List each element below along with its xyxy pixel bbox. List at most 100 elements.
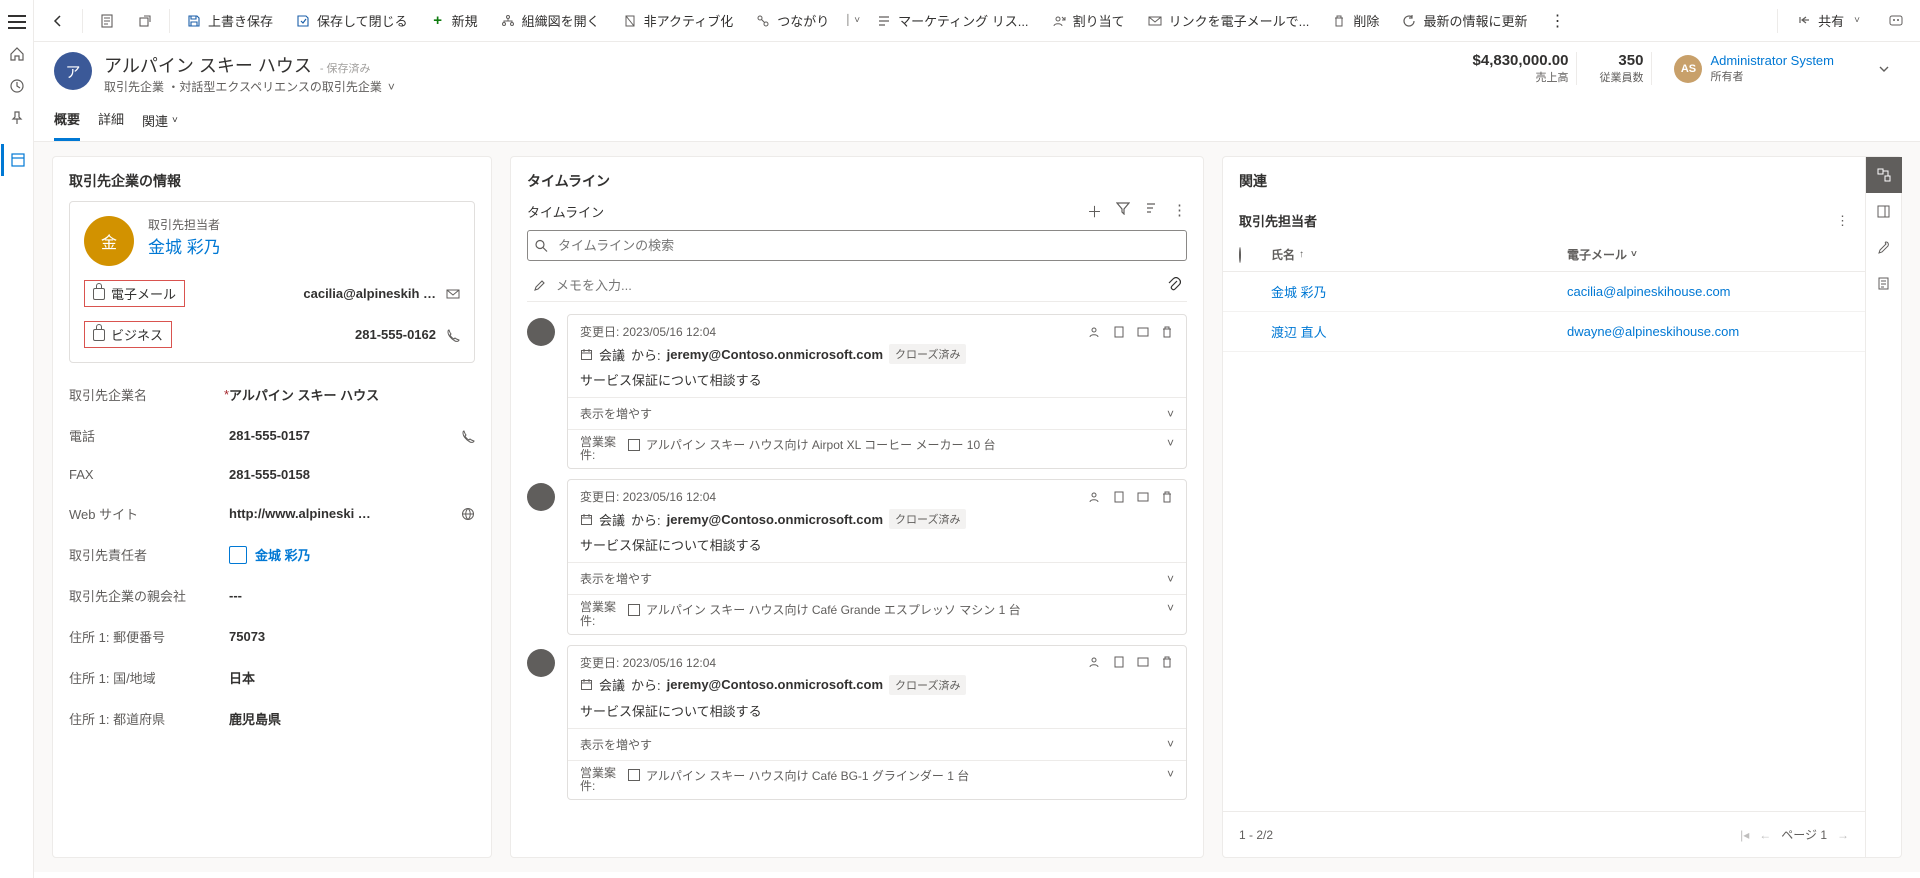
contact-row[interactable]: 渡辺 直人 dwayne@alpineskihouse.com [1223, 312, 1865, 352]
marketing-button[interactable]: マーケティング リス... [866, 5, 1038, 36]
contact-row[interactable]: 金城 彩乃 cacilia@alpineskihouse.com [1223, 272, 1865, 312]
email-action-icon[interactable] [446, 287, 460, 301]
marketing-label: マーケティング リス... [898, 11, 1028, 30]
activity-opp-value[interactable]: アルパイン スキー ハウス向け Café BG-1 グラインダー 1 台 [646, 767, 969, 784]
activity-open-icon[interactable] [1112, 490, 1126, 504]
field-postal-value[interactable]: 75073 [229, 629, 475, 644]
activity-modified: 変更日: 2023/05/16 12:04 [580, 488, 716, 505]
select-all-checkbox[interactable] [1239, 247, 1241, 263]
timeline-filter-icon[interactable] [1116, 201, 1130, 222]
owner-avatar: AS [1674, 55, 1702, 83]
assign-button[interactable]: 割り当て [1041, 5, 1135, 36]
copilot-icon[interactable] [1878, 7, 1914, 35]
share-button[interactable]: 共有˅ [1786, 5, 1874, 36]
activity-from[interactable]: jeremy@Contoso.onmicrosoft.com [667, 512, 883, 527]
rail-doc-icon[interactable] [1866, 265, 1902, 301]
activity-show-more[interactable]: 表示を増やす˅ [568, 562, 1186, 594]
timeline-add-icon[interactable]: ＋ [1087, 201, 1102, 222]
contact-name-cell[interactable]: 金城 彩乃 [1271, 282, 1553, 301]
hamburger-menu[interactable] [1, 6, 33, 38]
form-selector-icon[interactable] [89, 7, 125, 35]
pager-first-icon[interactable]: |◂ [1740, 828, 1749, 842]
phone-action-icon[interactable] [461, 429, 475, 443]
new-button[interactable]: +新規 [420, 5, 488, 36]
field-resp-value[interactable]: 金城 彩乃 [255, 545, 311, 564]
field-country-value[interactable]: 日本 [229, 668, 475, 687]
field-phone-value[interactable]: 281-555-0157 [229, 428, 310, 443]
activity-assign-icon[interactable] [1088, 655, 1102, 669]
overflow-button[interactable]: ⋮ [1539, 5, 1575, 37]
activity-delete-icon[interactable] [1160, 325, 1174, 339]
contact-email-cell[interactable]: dwayne@alpineskihouse.com [1567, 324, 1849, 339]
connection-split-chevron[interactable]: │ ˅ [841, 15, 864, 26]
rail-wrench-icon[interactable] [1866, 229, 1902, 265]
activity-delete-icon[interactable] [1160, 490, 1174, 504]
field-fax-value[interactable]: 281-555-0158 [229, 467, 475, 482]
activity-from[interactable]: jeremy@Contoso.onmicrosoft.com [667, 677, 883, 692]
activity-assign-icon[interactable] [1088, 325, 1102, 339]
activity-open-icon[interactable] [1112, 655, 1126, 669]
contact-name-cell[interactable]: 渡辺 直人 [1271, 322, 1553, 341]
open-org-button[interactable]: 組織図を開く [490, 5, 610, 36]
pager-next-icon[interactable]: → [1837, 828, 1849, 842]
activity-opp-value[interactable]: アルパイン スキー ハウス向け Café Grande エスプレッソ マシン 1… [646, 601, 1021, 618]
field-state-value[interactable]: 鹿児島県 [229, 709, 475, 728]
activity-opp-value[interactable]: アルパイン スキー ハウス向け Airpot XL コーヒー メーカー 10 台 [646, 436, 995, 453]
connection-button[interactable]: つながり [745, 5, 839, 36]
tab-details[interactable]: 詳細 [98, 109, 124, 141]
contact-email-cell[interactable]: cacilia@alpineskihouse.com [1567, 284, 1849, 299]
back-button[interactable] [40, 7, 76, 35]
primary-contact-card: 金 取引先担当者 金城 彩乃 電子メール cacilia@alpineskih … [69, 201, 475, 363]
activity-delete-icon[interactable] [1160, 655, 1174, 669]
save-close-button[interactable]: 保存して閉じる [285, 5, 418, 36]
timeline-overflow-icon[interactable]: ⋮ [1172, 201, 1187, 222]
phone-action-icon[interactable] [446, 328, 460, 342]
activity-opp-chevron[interactable]: ˅ [1167, 767, 1174, 781]
deactivate-button[interactable]: 非アクティブ化 [612, 5, 744, 36]
rail-panel-icon[interactable] [1866, 193, 1902, 229]
pinned-icon[interactable] [1, 102, 33, 134]
pager-label: ページ 1 [1781, 826, 1827, 843]
email-link-button[interactable]: リンクを電子メールで... [1137, 5, 1320, 36]
email-field-value[interactable]: cacilia@alpineskih … [303, 286, 436, 301]
activity-show-more[interactable]: 表示を増やす˅ [568, 397, 1186, 429]
column-header-email[interactable]: 電子メール ˅ [1567, 246, 1849, 263]
activity-opp-chevron[interactable]: ˅ [1167, 601, 1174, 615]
tab-related[interactable]: 関連˅ [142, 109, 178, 141]
activity-close-icon[interactable] [1136, 490, 1150, 504]
attachment-icon[interactable] [1167, 277, 1181, 293]
business-field-value[interactable]: 281-555-0162 [355, 327, 436, 342]
activity-from[interactable]: jeremy@Contoso.onmicrosoft.com [667, 347, 883, 362]
recent-icon[interactable] [1, 70, 33, 102]
activity-close-icon[interactable] [1136, 325, 1150, 339]
popout-icon[interactable] [127, 7, 163, 35]
activity-opp-chevron[interactable]: ˅ [1167, 436, 1174, 450]
timeline-sort-icon[interactable] [1144, 201, 1158, 222]
column-header-name[interactable]: 氏名 ↑ [1271, 246, 1553, 263]
activity-open-icon[interactable] [1112, 325, 1126, 339]
entity-icon[interactable] [1, 144, 33, 176]
owner-name[interactable]: Administrator System [1710, 53, 1834, 68]
refresh-button[interactable]: 最新の情報に更新 [1391, 5, 1537, 36]
home-icon[interactable] [1, 38, 33, 70]
delete-button[interactable]: 削除 [1321, 5, 1389, 36]
activity-show-more[interactable]: 表示を増やす˅ [568, 728, 1186, 760]
timeline-search-input[interactable] [527, 230, 1187, 261]
globe-icon[interactable] [461, 507, 475, 521]
form-switcher-chevron[interactable]: ˅ [388, 80, 395, 94]
field-web-value[interactable]: http://www.alpineski … [229, 506, 371, 521]
delete-label: 削除 [1353, 11, 1379, 30]
header-expand-chevron[interactable] [1868, 53, 1900, 85]
activity-close-icon[interactable] [1136, 655, 1150, 669]
record-title: アルパイン スキー ハウス [104, 52, 312, 78]
activity-assign-icon[interactable] [1088, 490, 1102, 504]
save-button[interactable]: 上書き保存 [176, 5, 283, 36]
timeline-note-input[interactable] [556, 278, 1157, 293]
field-parent-value[interactable]: --- [229, 588, 475, 603]
field-name-value[interactable]: アルパイン スキー ハウス [229, 385, 475, 404]
related-overflow-icon[interactable]: ⋮ [1836, 213, 1849, 229]
pager-prev-icon[interactable]: ← [1759, 828, 1771, 842]
contact-name-link[interactable]: 金城 彩乃 [148, 233, 221, 258]
rail-relationship-icon[interactable] [1866, 157, 1902, 193]
tab-overview[interactable]: 概要 [54, 109, 80, 141]
